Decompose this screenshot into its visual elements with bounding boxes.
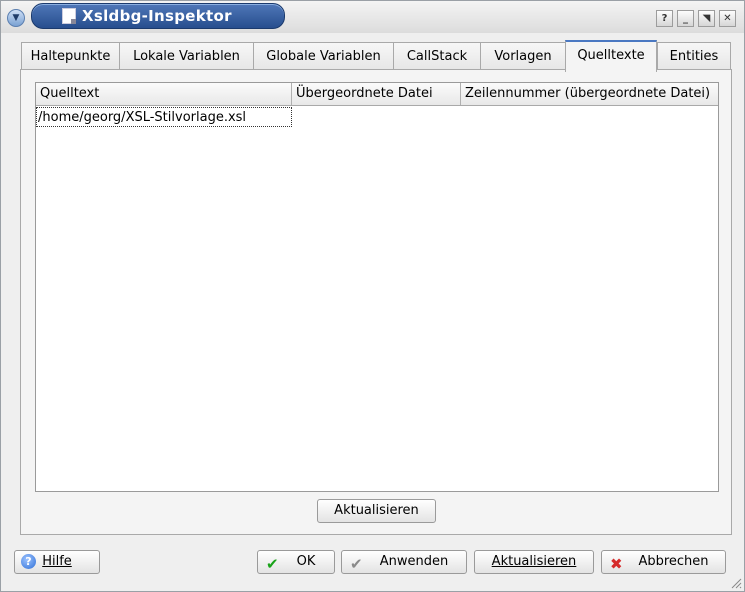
- document-icon: [62, 8, 76, 24]
- tab-vorlagen[interactable]: Vorlagen: [480, 42, 566, 70]
- parent-file-cell: [292, 107, 461, 127]
- ok-button[interactable]: ✔ OK: [257, 550, 335, 574]
- sources-list[interactable]: Quelltext Übergeordnete Datei Zeilennumm…: [35, 82, 719, 492]
- line-number-cell: [461, 107, 718, 127]
- resize-grip-icon[interactable]: [730, 577, 742, 589]
- tab-globale-variablen[interactable]: Globale Variablen: [253, 42, 394, 70]
- refresh-button-label: Aktualisieren: [491, 554, 577, 569]
- column-header-line-number[interactable]: Zeilennummer (übergeordnete Datei): [461, 83, 718, 105]
- help-button-label: Hilfe: [42, 554, 72, 569]
- inspector-window: ▼ Xsldbg-Inspektor ? _ ◥ ✕ Haltepunkte L…: [0, 0, 745, 592]
- cancel-button[interactable]: ✖ Abbrechen: [601, 550, 726, 574]
- title-bar[interactable]: ▼ Xsldbg-Inspektor ? _ ◥ ✕: [1, 1, 744, 33]
- ok-button-label: OK: [296, 554, 316, 569]
- tab-entities[interactable]: Entities: [657, 42, 731, 70]
- column-header-quelltext[interactable]: Quelltext: [36, 83, 292, 105]
- help-question-icon[interactable]: ?: [656, 10, 673, 27]
- tab-panel-quelltexte: Quelltext Übergeordnete Datei Zeilennumm…: [20, 69, 732, 535]
- tab-quelltexte[interactable]: Quelltexte: [565, 40, 657, 72]
- close-icon[interactable]: ✕: [719, 10, 736, 27]
- panel-refresh-button[interactable]: Aktualisieren: [317, 499, 436, 523]
- maximize-icon[interactable]: ◥: [698, 10, 715, 27]
- list-header: Quelltext Übergeordnete Datei Zeilennumm…: [36, 83, 718, 106]
- tab-callstack[interactable]: CallStack: [393, 42, 481, 70]
- cancel-button-label: Abbrechen: [638, 554, 709, 569]
- apply-button[interactable]: ✔ Anwenden: [341, 550, 467, 574]
- tab-lokale-variablen[interactable]: Lokale Variablen: [119, 42, 254, 70]
- column-header-parent-file[interactable]: Übergeordnete Datei: [292, 83, 461, 105]
- refresh-button[interactable]: Aktualisieren: [474, 550, 594, 574]
- panel-refresh-label: Aktualisieren: [334, 503, 419, 518]
- source-path-cell[interactable]: /home/georg/XSL-Stilvorlage.xsl: [36, 107, 292, 127]
- window-title: Xsldbg-Inspektor: [82, 7, 232, 25]
- table-row[interactable]: /home/georg/XSL-Stilvorlage.xsl: [36, 107, 718, 127]
- window-menu-icon[interactable]: ▼: [7, 9, 25, 27]
- tab-haltepunkte[interactable]: Haltepunkte: [21, 42, 120, 70]
- apply-button-label: Anwenden: [379, 554, 449, 569]
- title-pill: Xsldbg-Inspektor: [31, 3, 285, 29]
- help-button[interactable]: ? Hilfe: [14, 550, 100, 574]
- minimize-icon[interactable]: _: [677, 10, 694, 27]
